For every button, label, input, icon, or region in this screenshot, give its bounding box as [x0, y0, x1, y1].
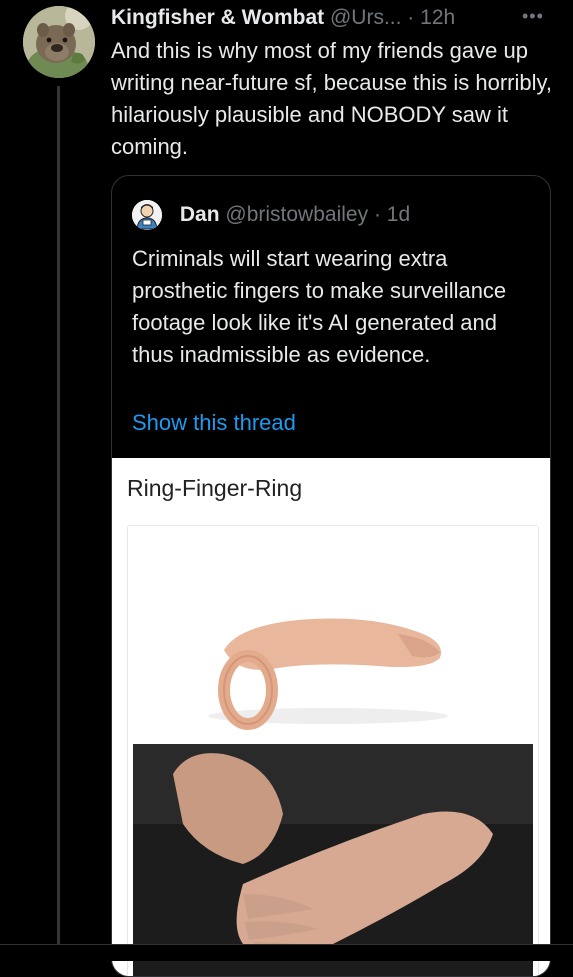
- tweet-timestamp[interactable]: 12h: [420, 6, 455, 29]
- prosthetic-finger-ring-image: [128, 526, 538, 742]
- tweet-text: And this is why most of my friends gave …: [111, 38, 552, 159]
- separator-dot: ·: [407, 6, 415, 29]
- author-name[interactable]: Kingfisher & Wombat: [111, 6, 324, 29]
- cartoon-avatar-icon: [132, 200, 162, 230]
- author-avatar[interactable]: [23, 6, 95, 78]
- hands-photo-image: [133, 744, 533, 976]
- quoted-author-name[interactable]: Dan: [180, 203, 220, 226]
- tweet[interactable]: Kingfisher & Wombat @Urs... · 12h ••• An…: [0, 0, 573, 977]
- quoted-author-handle[interactable]: @bristowbailey: [225, 203, 368, 226]
- bottom-edge: [0, 944, 573, 961]
- quoted-tweet-media[interactable]: Ring-Finger-Ring: [112, 458, 550, 976]
- quoted-tweet[interactable]: Dan @bristowbailey · 1d Criminals will s…: [111, 175, 551, 977]
- quoted-tweet-text: Criminals will start wearing extra prost…: [132, 246, 507, 367]
- quoted-tweet-timestamp[interactable]: 1d: [387, 203, 410, 226]
- tweet-header: Kingfisher & Wombat @Urs... · 12h: [111, 4, 561, 32]
- thread-line: [57, 86, 60, 944]
- product-image-card: [127, 525, 539, 976]
- quoted-author-avatar[interactable]: [132, 200, 162, 230]
- more-options-icon[interactable]: •••: [522, 6, 552, 26]
- wombat-avatar-icon: [23, 6, 95, 78]
- show-thread-link[interactable]: Show this thread: [132, 407, 296, 439]
- product-title: Ring-Finger-Ring: [127, 475, 303, 501]
- quoted-tweet-header: Dan @bristowbailey · 1d: [132, 200, 410, 230]
- separator-dot: ·: [373, 203, 381, 226]
- author-handle[interactable]: @Urs...: [330, 6, 401, 29]
